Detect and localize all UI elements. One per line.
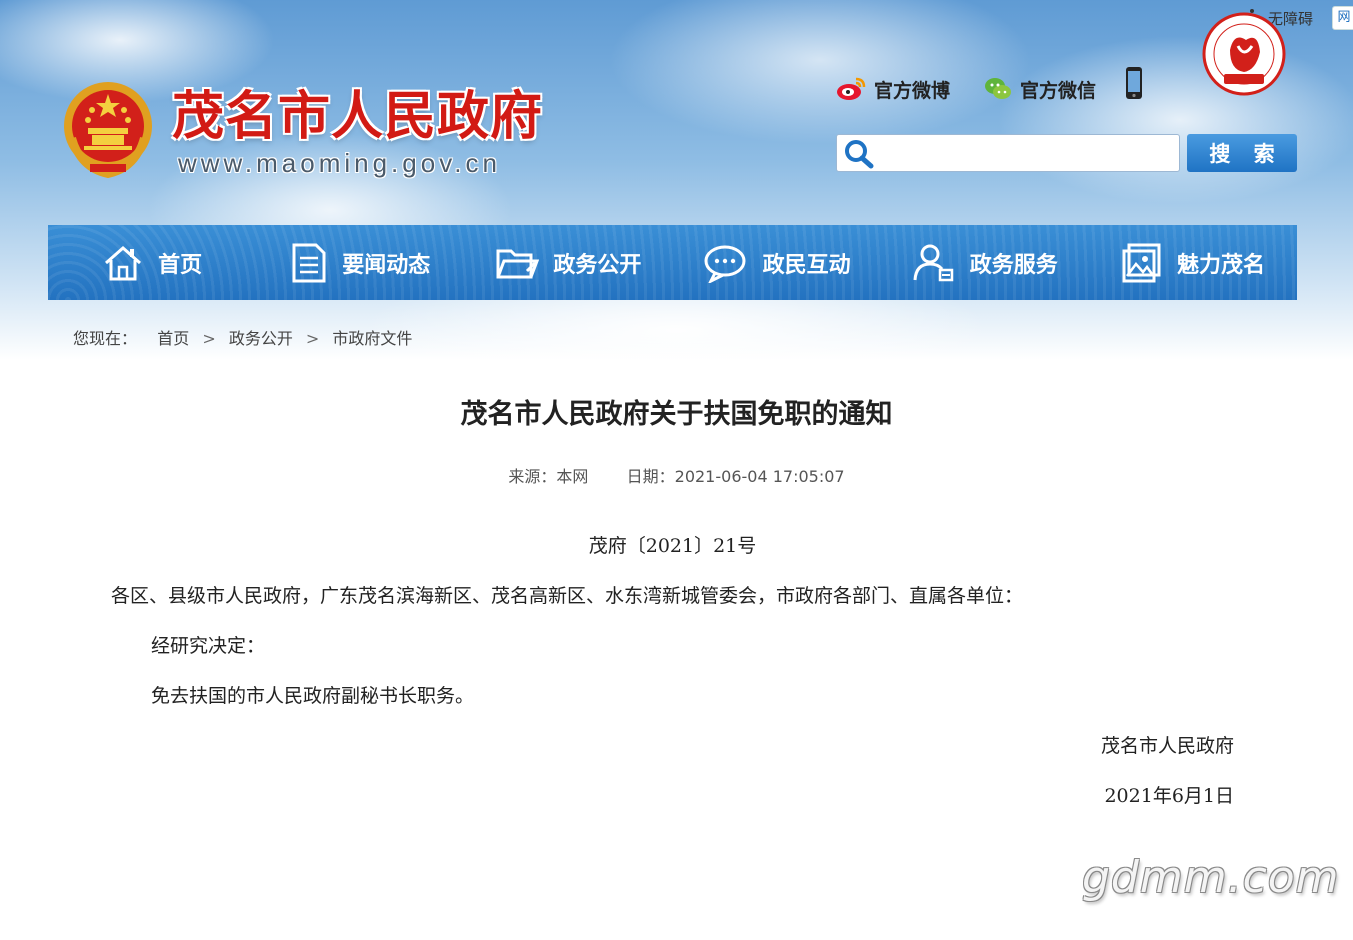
nav-item-services[interactable]: 政务服务 bbox=[881, 225, 1089, 300]
weixin-icon bbox=[985, 78, 1011, 99]
official-weixin-link[interactable]: 官方微信 bbox=[984, 74, 1096, 104]
folder-icon bbox=[496, 249, 540, 278]
nav-label: 政民互动 bbox=[762, 252, 851, 278]
watermark: gdmm.com bbox=[1082, 852, 1340, 903]
site-title[interactable]: 茂名市人民政府 bbox=[172, 74, 543, 149]
weibo-label: 官方微博 bbox=[874, 79, 951, 102]
user-service-icon bbox=[913, 244, 954, 281]
sign-date: 2021年6月1日 bbox=[1104, 785, 1234, 807]
breadcrumb-separator: > bbox=[305, 329, 320, 348]
nav-item-news[interactable]: 要闻动态 bbox=[256, 225, 464, 300]
nav-item-charm[interactable]: 魅力茂名 bbox=[1089, 225, 1297, 300]
signature: 茂名市人民政府 bbox=[1100, 735, 1234, 757]
nav-label: 政务公开 bbox=[553, 252, 642, 278]
official-weibo-link[interactable]: 官方微博 bbox=[836, 74, 950, 104]
picture-icon bbox=[1122, 243, 1161, 282]
site-url: www.maoming.gov.cn bbox=[178, 148, 501, 178]
document-number: 茂府〔2021〕21号 bbox=[588, 535, 757, 557]
nav-item-home[interactable]: 首页 bbox=[48, 225, 256, 300]
breadcrumb-separator: > bbox=[202, 329, 216, 348]
national-emblem-icon bbox=[64, 82, 152, 178]
article-title: 茂名市人民政府关于扶国免职的通知 bbox=[460, 399, 893, 430]
nav-label: 魅力茂名 bbox=[1176, 252, 1265, 278]
breadcrumb: 您现在： 首页 > 政务公开 > 市政府文件 bbox=[73, 325, 412, 349]
weixin-label: 官方微信 bbox=[1020, 79, 1097, 102]
article-date: 2021-06-04 17:05:07 bbox=[674, 467, 845, 486]
search-input[interactable] bbox=[881, 139, 1175, 169]
edge-link[interactable]: 网 bbox=[1332, 6, 1353, 30]
recipients-paragraph: 各区、县级市人民政府，广东茂名滨海新区、茂名高新区、水东湾新城管委会，市政府各部… bbox=[111, 585, 1024, 607]
search-box[interactable] bbox=[836, 134, 1180, 172]
mobile-phone-icon bbox=[1126, 67, 1142, 99]
main-nav: 首页 要闻动态 政务公开 政民互动 政务服务 魅力茂名 bbox=[48, 225, 1297, 300]
search-button[interactable]: 搜 索 bbox=[1187, 134, 1297, 172]
article-meta: 来源：本网 日期：2021-06-04 17:05:07 bbox=[0, 463, 1353, 487]
search-icon bbox=[845, 140, 874, 169]
weibo-icon bbox=[837, 77, 866, 100]
chat-icon bbox=[704, 245, 746, 283]
breadcrumb-prefix: 您现在： bbox=[73, 329, 138, 348]
article-date-label: 日期： bbox=[626, 467, 675, 486]
nav-label: 政务服务 bbox=[969, 252, 1058, 278]
decision-paragraph: 免去扶国的市人民政府副秘书长职务。 bbox=[151, 685, 475, 707]
breadcrumb-home[interactable]: 首页 bbox=[157, 329, 189, 348]
nav-item-gov-open[interactable]: 政务公开 bbox=[464, 225, 672, 300]
mobile-version-link[interactable] bbox=[1124, 67, 1152, 99]
home-icon bbox=[105, 245, 142, 280]
nav-label: 要闻动态 bbox=[342, 252, 431, 278]
nav-label: 首页 bbox=[158, 252, 203, 278]
document-icon bbox=[292, 243, 326, 282]
breadcrumb-city-docs[interactable]: 市政府文件 bbox=[332, 329, 412, 348]
nav-item-interaction[interactable]: 政民互动 bbox=[673, 225, 881, 300]
article-source: 来源：本网 bbox=[508, 467, 589, 486]
maoming-badge-icon[interactable] bbox=[1200, 10, 1288, 98]
page-header: 茂名市人民政府 www.maoming.gov.cn 无障碍 网 官方微博 官方… bbox=[0, 0, 1353, 360]
decision-intro-paragraph: 经研究决定： bbox=[151, 635, 266, 657]
breadcrumb-gov-open[interactable]: 政务公开 bbox=[229, 329, 293, 348]
